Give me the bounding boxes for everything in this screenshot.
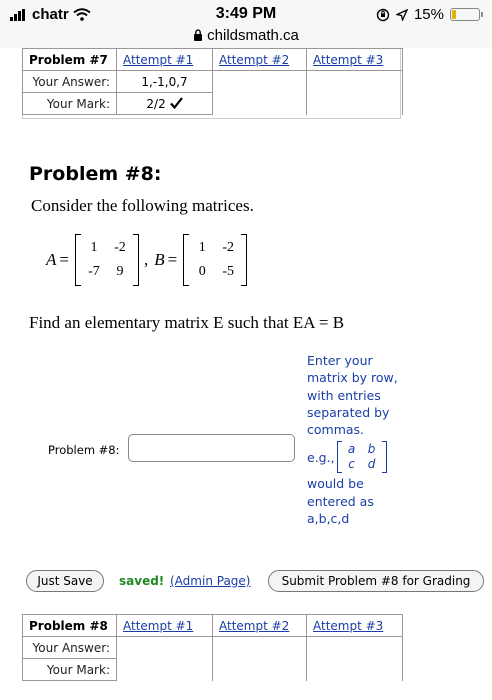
problem8-results-table: Problem #8 Attempt #1 Attempt #2 Attempt… (22, 614, 403, 681)
attempt-1-link[interactable]: Attempt #1 (116, 614, 213, 637)
orientation-lock-icon (376, 8, 390, 21)
empty-cell (306, 92, 403, 115)
attempt-2-label[interactable]: Attempt #2 (219, 619, 289, 633)
mark-label: Your Mark: (22, 92, 117, 115)
mark-value: 2/2 (146, 96, 166, 111)
submit-button[interactable]: Submit Problem #8 for Grading (268, 570, 484, 592)
problem8-header: Problem #8 (22, 614, 117, 637)
matrix-cell: -2 (114, 240, 126, 255)
attempt-2-link[interactable]: Attempt #2 (212, 48, 307, 71)
table-row: Problem #7 Attempt #1 Attempt #2 Attempt… (22, 48, 403, 71)
attempt-1-label[interactable]: Attempt #1 (123, 619, 193, 633)
empty-cell (212, 92, 307, 115)
answer-input[interactable] (128, 434, 295, 462)
admin-page-link[interactable]: (Admin Page) (170, 574, 250, 588)
status-icons: 15% (376, 6, 483, 23)
matrix-cell: 1 (90, 240, 98, 255)
matrix-cell: -2 (222, 240, 235, 255)
lock-icon (194, 29, 203, 41)
answer-field-label: Problem #8: (48, 443, 120, 457)
hint-top: Enter your matrix by row, with entries s… (307, 353, 398, 438)
status-bar: chatr 3:49 PM 15% childsmath.ca (0, 0, 492, 48)
table-row: Problem #8 Attempt #1 Attempt #2 Attempt… (22, 614, 403, 637)
hint-example: e.g., a b c d (307, 439, 407, 475)
table-row: Your Answer: (22, 636, 403, 659)
matrix-cell: d (367, 457, 376, 472)
mark-label: Your Mark: (22, 658, 117, 681)
attempt-2-label[interactable]: Attempt #2 (219, 53, 289, 67)
empty-cell (306, 658, 403, 681)
just-save-button[interactable]: Just Save (26, 570, 104, 592)
matrix-a: 1 -2 -7 9 (74, 234, 139, 286)
example-matrix: a b c d (336, 441, 387, 474)
battery-icon (450, 8, 483, 21)
attempt-3-label[interactable]: Attempt #3 (313, 53, 383, 67)
matrix-cell: a (347, 442, 356, 457)
empty-cell (212, 70, 307, 93)
table-row: Your Mark: 2/2 (22, 92, 403, 115)
save-status: saved! (Admin Page) (119, 574, 250, 588)
hint-bottom: would be entered as a,b,c,d (307, 476, 374, 527)
empty-cell (116, 636, 213, 659)
problem8-title: Problem #8: (29, 163, 162, 185)
url-bar[interactable]: childsmath.ca (0, 27, 492, 44)
empty-cell (306, 70, 403, 93)
matrix-cell: b (367, 442, 376, 457)
saved-text: saved! (119, 574, 165, 588)
matrix-cell: -5 (222, 264, 235, 279)
table-row: Your Answer: 1,-1,0,7 (22, 70, 403, 93)
attempt-3-link[interactable]: Attempt #3 (306, 614, 403, 637)
url-text: childsmath.ca (207, 27, 299, 44)
empty-cell (212, 658, 307, 681)
matrix-cell: 1 (198, 240, 206, 255)
location-icon (395, 8, 408, 21)
answer-format-hint: Enter your matrix by row, with entries s… (307, 352, 407, 527)
matrix-cell: -7 (88, 264, 100, 279)
empty-cell (306, 636, 403, 659)
attempt-3-label[interactable]: Attempt #3 (313, 619, 383, 633)
attempt-2-link[interactable]: Attempt #2 (212, 614, 307, 637)
battery-percent: 15% (413, 6, 444, 23)
empty-cell (212, 636, 307, 659)
matrix-definitions: A = 1 -2 -7 9 , B = 1 -2 0 -5 (46, 230, 250, 290)
matrix-cell: c (348, 457, 355, 472)
matrix-a-name: A (46, 250, 57, 269)
matrix-cell: 0 (198, 264, 206, 279)
problem8-intro: Consider the following matrices. (31, 196, 254, 215)
attempt-1-link[interactable]: Attempt #1 (116, 48, 213, 71)
matrix-cell: 9 (116, 264, 124, 279)
attempt-3-link[interactable]: Attempt #3 (306, 48, 403, 71)
problem7-header: Problem #7 (22, 48, 117, 71)
empty-cell (116, 658, 213, 681)
answer-label: Your Answer: (22, 70, 117, 93)
problem7-results-table: Problem #7 Attempt #1 Attempt #2 Attempt… (22, 48, 403, 115)
mark-cell: 2/2 (116, 92, 213, 115)
attempt-1-label[interactable]: Attempt #1 (123, 53, 193, 67)
matrix-b: 1 -2 0 -5 (183, 234, 248, 286)
answer-value: 1,-1,0,7 (116, 70, 213, 93)
answer-label: Your Answer: (22, 636, 117, 659)
matrix-b-name: B (154, 250, 165, 269)
checkmark-icon (169, 96, 183, 109)
table-row: Your Mark: (22, 658, 403, 681)
problem8-question: Find an elementary matrix E such that EA… (29, 313, 345, 332)
hint-eg: e.g., (307, 449, 335, 465)
